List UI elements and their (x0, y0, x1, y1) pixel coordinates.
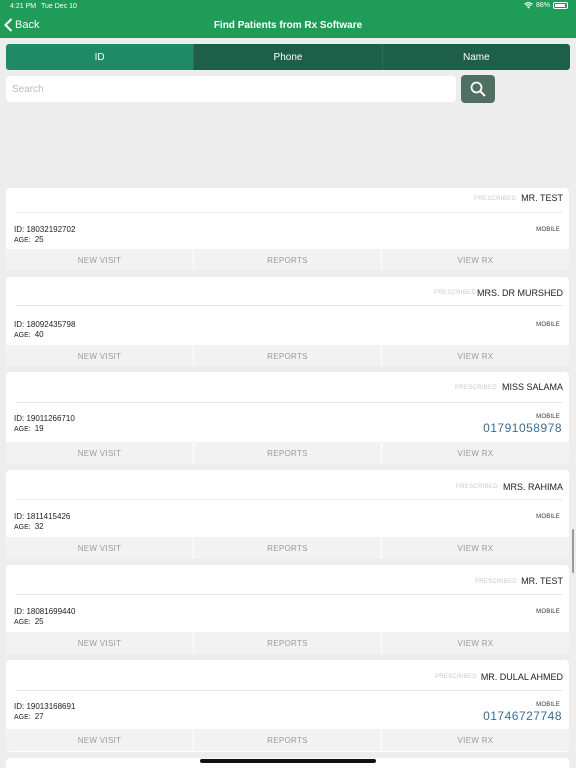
patient-age: AGE: 19 (14, 424, 44, 433)
patient-age: AGE: 27 (14, 712, 44, 721)
patient-id: ID: 18092435798 (14, 320, 76, 329)
battery-icon (553, 2, 568, 9)
age-label: AGE: (14, 524, 31, 531)
new-visit-button[interactable]: NEW VISIT (6, 729, 193, 751)
status-bar: 4:21 PM Tue Dec 10 88% (0, 0, 576, 14)
patient-age: AGE: 32 (14, 522, 44, 531)
mobile-label: MOBILE (536, 702, 560, 708)
navigation-bar: Back Find Patients from Rx Software (0, 14, 576, 38)
patient-age: AGE: 40 (14, 330, 44, 339)
age-value: 32 (34, 522, 44, 531)
mobile-number[interactable]: 01746727748 (483, 709, 562, 723)
card-actions: NEW VISIT REPORTS VIEW RX (6, 537, 569, 559)
patient-name: MRS. RAHIMA (502, 482, 563, 492)
status-date: Tue Dec 10 (41, 3, 77, 10)
card-actions: NEW VISIT REPORTS VIEW RX (6, 345, 569, 366)
reports-button[interactable]: REPORTS (193, 537, 381, 559)
age-label: AGE: (14, 426, 31, 433)
home-indicator (200, 759, 376, 763)
patient-card: PRESCRIBED MRS. DR MURSHED ID: 180924357… (6, 277, 569, 366)
age-label: AGE: (14, 619, 31, 626)
patient-id: ID: 19011266710 (14, 414, 75, 423)
patient-card: PRESCRIBED MR. DULAL AHMED ID: 190131686… (6, 660, 569, 752)
prescribed-label: PRESCRIBED (473, 196, 516, 202)
mobile-label: MOBILE (536, 322, 560, 328)
patient-id: ID: 18081699440 (14, 607, 76, 616)
search-icon (470, 81, 486, 97)
patient-card: PRESCRIBED MRS. RAHIMA ID: 1811415426 AG… (6, 470, 569, 559)
scrollbar[interactable] (572, 529, 574, 573)
patient-id: ID: 19013168691 (14, 702, 76, 711)
mobile-label: MOBILE (536, 227, 560, 233)
new-visit-button[interactable]: NEW VISIT (6, 442, 193, 464)
mobile-number[interactable]: 01791058978 (483, 421, 562, 435)
reports-button[interactable]: REPORTS (193, 442, 381, 464)
age-label: AGE: (14, 332, 31, 339)
prescribed-label: PRESCRIBED (434, 674, 477, 680)
patient-name: MR. DULAL AHMED (480, 672, 563, 682)
card-actions: NEW VISIT REPORTS VIEW RX (6, 442, 569, 464)
prescribed-label: PRESCRIBED (474, 579, 517, 585)
patient-name: MISS SALAMA (501, 382, 563, 392)
card-actions: NEW VISIT REPORTS VIEW RX (6, 249, 569, 270)
tab-phone[interactable]: Phone (193, 44, 382, 70)
age-value: 19 (34, 424, 44, 433)
new-visit-button[interactable]: NEW VISIT (6, 537, 193, 559)
view-rx-button[interactable]: VIEW RX (381, 345, 569, 366)
reports-button[interactable]: REPORTS (193, 632, 381, 654)
mobile-label: MOBILE (536, 514, 560, 520)
prescribed-label: PRESCRIBED (455, 484, 498, 490)
card-actions: NEW VISIT REPORTS VIEW RX (6, 632, 569, 654)
patient-name: MR. TEST (521, 576, 563, 586)
card-actions: NEW VISIT REPORTS VIEW RX (6, 729, 569, 751)
patient-id: ID: 18032192702 (14, 225, 76, 234)
tab-name[interactable]: Name (381, 44, 570, 70)
search-button[interactable] (461, 75, 495, 103)
view-rx-button[interactable]: VIEW RX (381, 729, 569, 751)
tab-id[interactable]: ID (6, 44, 194, 70)
new-visit-button[interactable]: NEW VISIT (6, 632, 193, 654)
patient-card: PRESCRIBED MR. TEST ID: 18081699440 AGE:… (6, 565, 569, 654)
reports-button[interactable]: REPORTS (193, 345, 381, 366)
age-value: 25 (34, 235, 44, 244)
page-title: Find Patients from Rx Software (213, 20, 363, 31)
mobile-label: MOBILE (536, 609, 560, 615)
status-time: 4:21 PM (10, 3, 37, 10)
reports-button[interactable]: REPORTS (193, 249, 381, 270)
age-value: 40 (34, 330, 44, 339)
view-rx-button[interactable]: VIEW RX (381, 537, 569, 559)
patient-age: AGE: 25 (14, 617, 44, 626)
patient-card: PRESCRIBED MR. TEST ID: 18032192702 AGE:… (6, 188, 569, 270)
view-rx-button[interactable]: VIEW RX (381, 442, 569, 464)
view-rx-button[interactable]: VIEW RX (381, 249, 569, 270)
age-label: AGE: (14, 714, 31, 721)
patient-name: MR. TEST (521, 193, 563, 203)
search-mode-tabs: ID Phone Name (6, 44, 570, 70)
patient-age: AGE: 25 (14, 235, 44, 244)
age-value: 25 (34, 617, 44, 626)
mobile-label: MOBILE (536, 414, 560, 420)
new-visit-button[interactable]: NEW VISIT (6, 249, 193, 270)
age-label: AGE: (14, 237, 31, 244)
status-right: 88% (524, 2, 568, 9)
search-input[interactable] (6, 76, 456, 102)
patient-id: ID: 1811415426 (14, 512, 71, 521)
patient-name: MRS. DR MURSHED (476, 288, 563, 298)
wifi-icon (524, 2, 533, 9)
battery-percent: 88% (535, 2, 550, 9)
view-rx-button[interactable]: VIEW RX (381, 632, 569, 654)
new-visit-button[interactable]: NEW VISIT (6, 345, 193, 366)
prescribed-label: PRESCRIBED (433, 290, 476, 296)
reports-button[interactable]: REPORTS (193, 729, 381, 751)
age-value: 27 (34, 712, 44, 721)
patient-card: PRESCRIBED MISS SALAMA ID: 19011266710 A… (6, 372, 569, 464)
prescribed-label: PRESCRIBED (454, 385, 497, 391)
